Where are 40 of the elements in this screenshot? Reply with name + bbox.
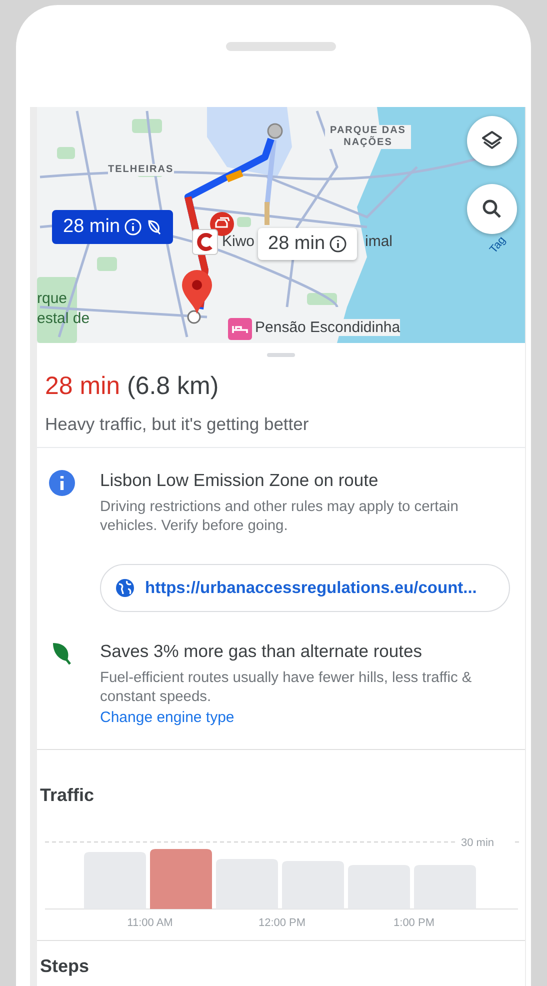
traffic-note: Heavy traffic, but it's getting better — [45, 414, 310, 435]
park-label: rque — [37, 290, 68, 307]
info-icon — [49, 470, 75, 496]
park-label: estal de — [37, 310, 90, 327]
start-point-icon — [267, 123, 283, 139]
route-time-badge[interactable]: 28 min — [258, 228, 358, 260]
route-duration: 28 min — [45, 372, 120, 400]
notice-title: Saves 3% more gas than alternate routes — [100, 640, 423, 662]
time-label: 1:00 PM — [394, 917, 434, 929]
website-link-button[interactable]: https://urbanaccessregulations.eu/count... — [100, 564, 510, 612]
drag-handle[interactable] — [267, 353, 295, 357]
leaf-icon — [51, 641, 73, 665]
notice-description: Fuel-efficient routes usually have fewer hills, less traffic & constant speeds. — [100, 669, 473, 707]
district-label: TELHEIRAS — [108, 164, 174, 176]
hotel-label: Pensão Escondidinha — [255, 319, 400, 336]
destination-pin-icon — [182, 270, 212, 314]
globe-icon — [115, 578, 135, 598]
info-icon — [329, 235, 348, 253]
water-label: Tag — [488, 234, 508, 256]
route-distance: (6.8 km) — [127, 372, 219, 400]
time-label: 11:00 AM — [127, 917, 173, 929]
park-area — [237, 217, 251, 227]
reference-label: 30 min — [461, 837, 494, 849]
place-label: imal — [365, 233, 393, 250]
park-area — [57, 147, 75, 159]
hotel-icon — [228, 318, 252, 340]
alternate-route-line[interactable] — [264, 140, 276, 225]
info-icon — [124, 218, 142, 236]
time-label: 12:00 PM — [258, 917, 306, 929]
section-heading: Traffic — [40, 784, 96, 806]
section-heading: Steps — [40, 955, 90, 977]
district-label: PARQUE DAS NAÇÕES — [325, 125, 411, 149]
place-label: Kiwo — [222, 233, 255, 250]
park-area — [97, 257, 117, 271]
shop-logo-icon — [192, 229, 218, 255]
notice-description: Driving restrictions and other rules may apply to certain vehicles. Verify before going. — [100, 498, 460, 536]
change-engine-link[interactable]: Change engine type — [100, 709, 234, 726]
notice-title: Lisbon Low Emission Zone on route — [100, 469, 380, 491]
route-time-badge[interactable]: 28 min — [52, 210, 174, 244]
end-point-icon — [187, 310, 201, 324]
